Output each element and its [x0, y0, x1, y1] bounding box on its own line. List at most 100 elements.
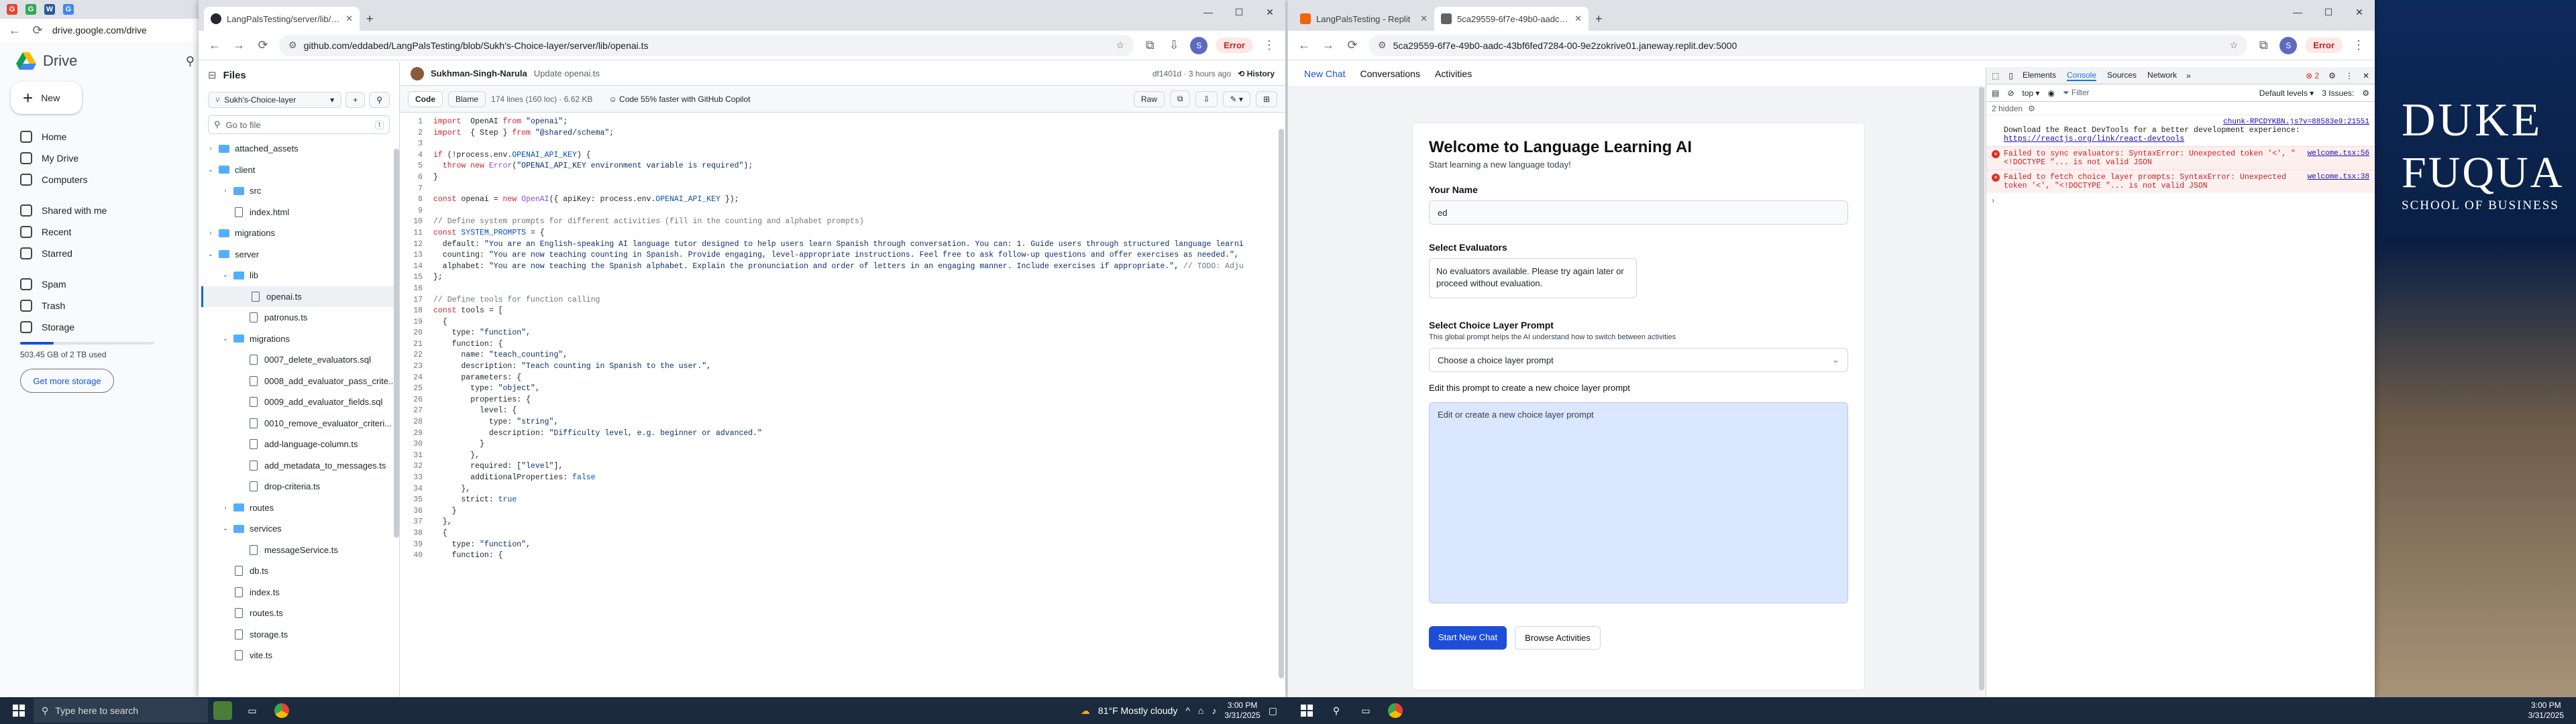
line-number[interactable]: 14: [400, 261, 433, 273]
drive-nav-item[interactable]: Trash: [0, 295, 201, 316]
code-scrollbar[interactable]: [1279, 129, 1284, 678]
copilot-promo[interactable]: ☺ Code 55% faster with GitHub Copilot: [608, 95, 750, 104]
line-number[interactable]: 12: [400, 239, 433, 251]
windows-start-icon[interactable]: [9, 701, 28, 720]
menu-icon[interactable]: ⋮: [2351, 38, 2367, 52]
line-number[interactable]: 23: [400, 361, 433, 373]
app-nav-link[interactable]: Activities: [1435, 68, 1472, 79]
address-bar[interactable]: ⚙ 5ca29559-6f7e-49b0-aadc-43bf6fed7284-0…: [1368, 34, 2248, 56]
line-number[interactable]: 7: [400, 184, 433, 195]
info-url[interactable]: https://reactjs.org/link/react-devtools: [2004, 135, 2369, 143]
line-number[interactable]: 15: [400, 272, 433, 284]
tree-file[interactable]: drop-criteria.ts: [201, 476, 396, 497]
line-number[interactable]: 20: [400, 328, 433, 339]
tree-folder[interactable]: ⌄ server: [201, 244, 396, 265]
tree-folder[interactable]: ⌄ lib: [201, 265, 396, 286]
extensions-icon[interactable]: ⧉: [2255, 38, 2271, 52]
commit-meta[interactable]: df1401d · 3 hours ago: [1152, 69, 1231, 78]
issues-count[interactable]: 3 Issues:: [2322, 88, 2354, 98]
line-number[interactable]: 27: [400, 406, 433, 417]
tree-folder[interactable]: › attached_assets: [201, 138, 396, 160]
clock[interactable]: 3:00 PM 3/31/2025: [2528, 701, 2576, 721]
drive-nav-item[interactable]: My Drive: [0, 147, 201, 169]
line-number[interactable]: 34: [400, 484, 433, 495]
drive-nav-item[interactable]: Shared with me: [0, 200, 201, 221]
tree-file[interactable]: openai.ts: [201, 286, 396, 307]
line-number[interactable]: 32: [400, 461, 433, 473]
error-count[interactable]: ⊗ 2: [2306, 71, 2319, 80]
tree-file[interactable]: storage.ts: [201, 624, 396, 646]
close-tab-icon[interactable]: ✕: [1420, 13, 1428, 24]
line-number[interactable]: 18: [400, 306, 433, 317]
tree-file[interactable]: 0009_add_evaluator_fields.sql: [201, 391, 396, 413]
gear-icon[interactable]: ⚙: [2028, 104, 2035, 113]
app-nav-link[interactable]: Conversations: [1360, 68, 1420, 79]
line-number[interactable]: 35: [400, 495, 433, 506]
new-tab-button[interactable]: +: [360, 7, 380, 31]
line-number[interactable]: 1: [400, 117, 433, 128]
console-settings-icon[interactable]: ⚙: [2362, 88, 2369, 98]
line-number[interactable]: 17: [400, 295, 433, 306]
search-icon[interactable]: ⚲: [186, 54, 195, 68]
site-info-icon[interactable]: ⚙: [1378, 40, 1387, 51]
inspect-icon[interactable]: ⬚: [1992, 71, 1999, 80]
browser-tab[interactable]: LangPalsTesting - Replit ✕: [1293, 7, 1434, 31]
tree-file[interactable]: 0008_add_evaluator_pass_crite...: [201, 371, 396, 392]
devtools-settings-icon[interactable]: ⚙: [2328, 71, 2336, 80]
line-number[interactable]: 2: [400, 128, 433, 139]
tray-chevron-icon[interactable]: ^: [1185, 705, 1190, 716]
tree-file[interactable]: routes.ts: [201, 603, 396, 624]
background-tab-favicon-icon[interactable]: G: [7, 4, 17, 15]
back-icon[interactable]: ←: [207, 38, 223, 52]
task-view-icon[interactable]: ▭: [1356, 701, 1375, 720]
name-input[interactable]: ed: [1429, 200, 1848, 225]
blame-tab[interactable]: Blame: [448, 90, 486, 107]
history-link[interactable]: ⟲ History: [1238, 69, 1275, 78]
collapse-panel-icon[interactable]: ⊟: [208, 69, 217, 81]
line-number[interactable]: 38: [400, 528, 433, 540]
chrome-taskbar-icon[interactable]: [1386, 701, 1405, 720]
github-tab[interactable]: LangPalsTesting/server/lib/op... ✕: [204, 7, 360, 31]
line-number[interactable]: 6: [400, 172, 433, 184]
filter-input[interactable]: ⏷ Filter: [2063, 88, 2251, 98]
tree-folder[interactable]: › migrations: [201, 223, 396, 244]
close-tab-icon[interactable]: ✕: [1574, 13, 1582, 24]
tree-folder[interactable]: ⌄ client: [201, 160, 396, 181]
levels-select[interactable]: Default levels ▾: [2259, 88, 2314, 98]
close-window-icon[interactable]: ✕: [1254, 0, 1285, 24]
device-toolbar-icon[interactable]: ▯: [2008, 71, 2013, 80]
line-number[interactable]: 36: [400, 506, 433, 518]
task-view-icon[interactable]: ▭: [243, 701, 262, 720]
start-new-chat-button[interactable]: Start New Chat: [1429, 626, 1507, 650]
reload-icon[interactable]: ⟳: [255, 38, 271, 52]
eye-icon[interactable]: ◉: [2047, 88, 2054, 98]
clock[interactable]: 3:00 PM 3/31/2025: [1224, 701, 1260, 721]
close-window-icon[interactable]: ✕: [2344, 0, 2375, 24]
line-number[interactable]: 33: [400, 473, 433, 484]
browse-activities-button[interactable]: Browse Activities: [1515, 626, 1601, 650]
line-number[interactable]: 24: [400, 373, 433, 384]
choice-layer-select[interactable]: Choose a choice layer prompt ⌄: [1429, 348, 1848, 372]
code-tab[interactable]: Code: [408, 90, 443, 107]
new-button[interactable]: + New: [11, 82, 82, 114]
close-tab-icon[interactable]: ✕: [345, 13, 353, 24]
notification-icon[interactable]: ▢: [1269, 705, 1277, 717]
new-tab-button[interactable]: +: [1589, 7, 1609, 31]
line-number[interactable]: 28: [400, 417, 433, 428]
weather-text[interactable]: 81°F Mostly cloudy: [1098, 705, 1177, 716]
error-source-link[interactable]: welcome.tsx:56: [2308, 149, 2369, 158]
drive-nav-item[interactable]: Storage: [0, 316, 201, 338]
minimize-icon[interactable]: —: [2282, 0, 2313, 24]
tree-file[interactable]: messageService.ts: [201, 540, 396, 561]
background-tab-favicon-icon[interactable]: G: [25, 4, 36, 15]
tree-folder[interactable]: › routes: [201, 497, 396, 519]
extensions-icon[interactable]: ⧉: [1142, 38, 1158, 52]
page-scrollbar[interactable]: [1979, 87, 1984, 690]
taskbar-search[interactable]: ⚲ Type here to search: [34, 699, 208, 723]
clear-console-icon[interactable]: ⊘: [2007, 88, 2014, 98]
maximize-icon[interactable]: ☐: [2313, 0, 2344, 24]
tree-file[interactable]: add-language-column.ts: [201, 434, 396, 455]
drive-nav-item[interactable]: Home: [0, 126, 201, 147]
back-icon[interactable]: ←: [7, 23, 23, 38]
line-number[interactable]: 4: [400, 150, 433, 162]
